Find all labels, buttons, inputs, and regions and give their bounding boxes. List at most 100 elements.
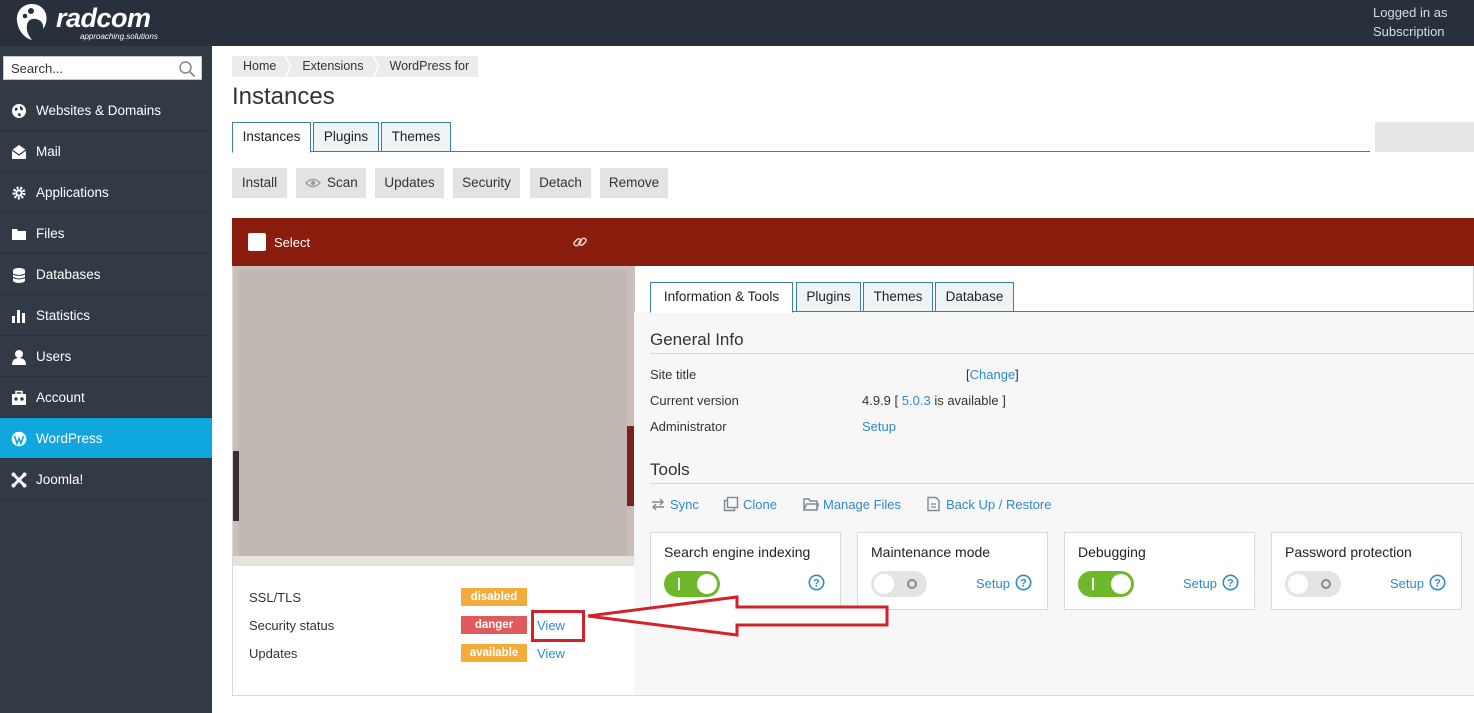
search-icon[interactable] (178, 60, 196, 78)
breadcrumb-extensions[interactable]: Extensions (291, 56, 372, 77)
sidebar-item-applications[interactable]: Applications (0, 172, 212, 213)
login-info[interactable]: Logged in as Subscription (1373, 3, 1447, 41)
sidebar-item-wordpress[interactable]: WordPress (0, 418, 212, 459)
card-title: Maintenance mode (871, 544, 991, 560)
sidebar-item-account[interactable]: Account (0, 377, 212, 418)
svg-text:?: ? (1434, 578, 1441, 590)
instance-header: Select (232, 218, 1474, 266)
updates-status-badge: available (461, 644, 527, 662)
clone-tool[interactable]: Clone (723, 496, 783, 514)
backup-icon (927, 496, 940, 512)
sidebar-item-users[interactable]: Users (0, 336, 212, 377)
scan-button[interactable]: Scan (296, 168, 366, 198)
select-checkbox[interactable] (248, 233, 266, 251)
sidebar-item-label: Account (36, 390, 85, 405)
site-title-value: [Change] (966, 367, 1019, 382)
help-icon[interactable]: ? (808, 574, 825, 591)
tab-instances[interactable]: Instances (232, 122, 311, 153)
tab-instance-plugins[interactable]: Plugins (796, 282, 861, 312)
folder-icon (12, 229, 26, 240)
radcom-logo-icon (16, 4, 47, 40)
toggle-on-mark (1092, 578, 1094, 590)
breadcrumb-wordpress[interactable]: WordPress for (379, 56, 479, 77)
select-label: Select (274, 235, 311, 250)
toggle-knob (1111, 574, 1131, 594)
remove-button[interactable]: Remove (600, 168, 668, 198)
sync-tool[interactable]: Sync (650, 496, 705, 514)
sidebar-item-label: Files (36, 226, 65, 241)
sidebar-item-databases[interactable]: Databases (0, 254, 212, 295)
ssl-status-badge: disabled (461, 588, 527, 606)
version-suffix: is available ] (934, 393, 1006, 408)
radcom-logo[interactable]: radcom approaching.solutions (14, 2, 174, 44)
administrator-label: Administrator (650, 419, 727, 434)
sidebar-item-files[interactable]: Files (0, 213, 212, 254)
install-button[interactable]: Install (232, 168, 287, 198)
change-site-title-link[interactable]: Change (970, 367, 1016, 382)
sidebar-item-label: Joomla! (36, 472, 84, 487)
security-button[interactable]: Security (453, 168, 520, 198)
user-icon (12, 350, 26, 365)
detach-button[interactable]: Detach (530, 168, 591, 198)
updates-button[interactable]: Updates (375, 168, 444, 198)
tabs-right-area (1375, 122, 1474, 152)
sidebar-item-label: Users (36, 349, 72, 364)
page-title: Instances (232, 83, 335, 110)
tab-information-tools[interactable]: Information & Tools (650, 282, 793, 313)
toggle-knob (874, 574, 894, 594)
site-screenshot[interactable] (233, 266, 635, 566)
toggle-on-mark (678, 578, 680, 590)
toggle-off-mark (1321, 579, 1331, 589)
help-icon[interactable]: ? (1429, 574, 1446, 591)
sidebar-nav: Websites & Domains Mail Applications Fil… (0, 90, 212, 500)
help-icon[interactable]: ? (1015, 574, 1032, 591)
mail-icon (11, 145, 27, 159)
link-icon[interactable] (572, 234, 588, 250)
annotation-highlight-box (531, 610, 585, 642)
manage-files-tool[interactable]: Manage Files (803, 496, 905, 514)
toggle-knob (697, 574, 717, 594)
logo-tagline: approaching.solutions (80, 32, 158, 41)
sidebar-search (3, 56, 202, 80)
new-version-link[interactable]: 5.0.3 (902, 393, 931, 408)
clone-label: Clone (743, 497, 777, 512)
maintenance-setup-link[interactable]: Setup (976, 576, 1010, 591)
sidebar-item-label: Statistics (36, 308, 91, 323)
security-status-badge: danger (461, 616, 527, 634)
sidebar-item-mail[interactable]: Mail (0, 131, 212, 172)
debugging-toggle[interactable] (1078, 571, 1134, 597)
backup-restore-tool[interactable]: Back Up / Restore (926, 496, 1058, 514)
administrator-setup-link[interactable]: Setup (862, 419, 896, 434)
manage-files-label: Manage Files (823, 497, 902, 512)
sidebar-item-websites-domains[interactable]: Websites & Domains (0, 90, 212, 131)
logged-in-label: Logged in as (1373, 5, 1448, 20)
sidebar: Websites & Domains Mail Applications Fil… (0, 46, 212, 713)
password-setup-link[interactable]: Setup (1390, 576, 1424, 591)
search-input[interactable] (4, 57, 174, 79)
globe-icon (12, 104, 26, 118)
breadcrumb-home[interactable]: Home (232, 56, 285, 77)
sidebar-item-statistics[interactable]: Statistics (0, 295, 212, 336)
joomla-icon (11, 472, 27, 488)
tab-themes[interactable]: Themes (381, 122, 451, 152)
gear-icon (12, 186, 26, 200)
briefcase-icon (12, 390, 26, 405)
help-icon[interactable]: ? (1222, 574, 1239, 591)
sidebar-item-joomla[interactable]: Joomla! (0, 459, 212, 500)
bar-chart-icon (12, 310, 25, 323)
breadcrumb: Home Extensions WordPress for (232, 56, 479, 77)
general-info-heading: General Info (650, 330, 744, 349)
site-title-label: Site title (650, 367, 697, 382)
tab-instance-themes[interactable]: Themes (863, 282, 933, 312)
screenshot-edge (233, 451, 239, 521)
debugging-setup-link[interactable]: Setup (1183, 576, 1217, 591)
updates-view-link[interactable]: View (537, 646, 565, 661)
logo-name: radcom (56, 3, 151, 33)
password-protection-toggle[interactable] (1285, 571, 1341, 597)
svg-text:?: ? (813, 578, 820, 590)
tab-plugins[interactable]: Plugins (313, 122, 379, 152)
toggle-off-mark (907, 579, 917, 589)
sidebar-item-label: Applications (36, 185, 109, 200)
tab-instance-database[interactable]: Database (935, 282, 1014, 312)
current-version-value: 4.9.9 [ 5.0.3 is available ] (862, 393, 1006, 408)
